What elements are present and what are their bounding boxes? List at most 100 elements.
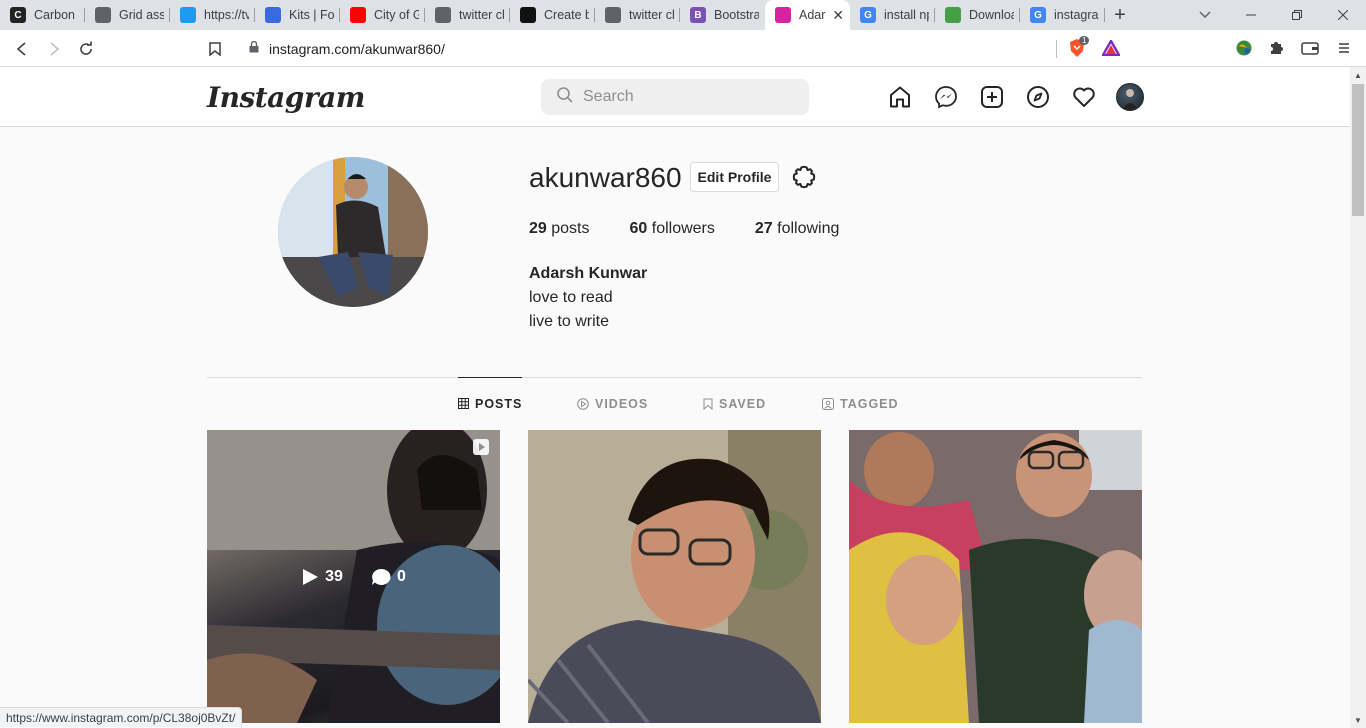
address-bar[interactable]: instagram.com/akunwar860/ [237, 34, 1354, 63]
new-post-icon[interactable] [979, 84, 1005, 110]
tab-favicon-icon [180, 7, 196, 23]
tab-tagged[interactable]: TAGGED [822, 378, 899, 430]
tab-title: twitter cl [459, 8, 504, 22]
profile-avatar[interactable] [278, 157, 428, 307]
minimize-button[interactable] [1228, 0, 1274, 30]
tab-title: twitter cl [629, 8, 674, 22]
browser-tab[interactable]: City of G [340, 0, 425, 30]
close-window-button[interactable] [1320, 0, 1366, 30]
following-link[interactable]: 27 following [755, 220, 840, 238]
search-input[interactable] [583, 88, 783, 106]
tab-posts[interactable]: POSTS [458, 377, 523, 429]
restore-button[interactable] [1274, 0, 1320, 30]
tab-videos[interactable]: VIDEOS [577, 378, 648, 430]
url-text: instagram.com/akunwar860/ [269, 40, 445, 57]
lock-icon [249, 40, 259, 58]
menu-icon[interactable] [1333, 37, 1355, 59]
tab-title: Kits | For [289, 8, 334, 22]
bio-line: live to write [529, 313, 610, 330]
browser-tab[interactable]: Downloa [935, 0, 1020, 30]
browser-tab[interactable]: Kits | For [255, 0, 340, 30]
tab-title: Create b [544, 8, 589, 22]
tab-label: SAVED [719, 397, 767, 411]
posts-label: posts [551, 220, 590, 237]
browser-tab[interactable]: Ginstall np [850, 0, 935, 30]
tab-title: Grid assi [119, 8, 164, 22]
omnibox-separator [1056, 40, 1057, 58]
views-number: 39 [325, 567, 343, 585]
comment-icon [371, 568, 391, 585]
explore-icon[interactable] [1025, 84, 1051, 110]
tab-favicon-icon [435, 7, 451, 23]
tab-title: Carbon | [34, 8, 79, 22]
instagram-logo[interactable]: Instagram [207, 81, 365, 114]
messenger-icon[interactable] [933, 84, 959, 110]
close-tab-icon[interactable]: ✕ [832, 7, 844, 24]
followers-link[interactable]: 60 followers [630, 220, 715, 238]
tab-list: C Carbon | Grid assi https://tv Kits | For Ci… [0, 0, 1105, 30]
forward-button[interactable] [42, 37, 66, 61]
tab-favicon-icon: B [690, 7, 706, 23]
tab-favicon-icon [95, 7, 111, 23]
browser-toolbar: instagram.com/akunwar860/ 1 [0, 30, 1366, 67]
tab-favicon-icon [775, 7, 791, 23]
settings-gear-icon[interactable] [791, 164, 817, 190]
bio-line: love to read [529, 289, 613, 306]
browser-tab[interactable]: B Bootstra [680, 0, 765, 30]
browser-tab[interactable]: Adar ✕ [765, 0, 850, 30]
extensions-puzzle-icon[interactable] [1265, 37, 1287, 59]
tab-favicon-icon [520, 7, 536, 23]
tab-favicon-icon [265, 7, 281, 23]
status-bar-url: https://www.instagram.com/p/CL38oj0BvZt/ [0, 707, 243, 727]
comments-number: 0 [396, 567, 406, 585]
play-circle-icon [577, 398, 589, 410]
tab-title: Downloa [969, 8, 1014, 22]
views-count: 39 [301, 568, 343, 586]
profile-full-name: Adarsh Kunwar [529, 265, 648, 282]
tab-favicon-icon [605, 7, 621, 23]
wallet-icon[interactable] [1299, 37, 1321, 59]
tab-title: Bootstra [714, 8, 759, 22]
scroll-down-arrow-icon[interactable]: ▼ [1350, 712, 1366, 728]
browser-tab[interactable]: https://tv [170, 0, 255, 30]
shields-badge: 1 [1079, 36, 1090, 45]
reload-button[interactable] [74, 37, 98, 61]
edit-profile-button[interactable]: Edit Profile [690, 162, 779, 192]
brave-shields-icon[interactable]: 1 [1066, 36, 1090, 59]
browser-tab[interactable]: C Carbon | [0, 0, 85, 30]
play-icon [303, 568, 319, 585]
tab-search-icon[interactable] [1190, 0, 1220, 30]
bookmark-icon [703, 398, 713, 410]
search-icon [557, 86, 573, 108]
browser-tab[interactable]: twitter cl [425, 0, 510, 30]
profile-stats: 29 posts 60 followers 27 following [529, 220, 879, 238]
post-thumbnail[interactable] [849, 430, 1142, 723]
scroll-up-arrow-icon[interactable]: ▲ [1350, 67, 1366, 83]
back-button[interactable] [10, 37, 34, 61]
post-thumbnail[interactable] [528, 430, 821, 723]
window-controls [1228, 0, 1366, 30]
tab-saved[interactable]: SAVED [703, 378, 766, 430]
tab-favicon-icon: G [860, 7, 876, 23]
scrollbar-thumb[interactable] [1352, 84, 1364, 216]
post-thumbnail[interactable]: 39 0 [207, 430, 500, 723]
profile-tabs: POSTS VIDEOS SAVED TAGGED [0, 377, 1350, 430]
tab-title: Adar [799, 8, 826, 22]
grid-icon [458, 398, 469, 409]
post-hover-overlay: 39 0 [207, 430, 500, 723]
browser-tab[interactable]: Ginstagrar [1020, 0, 1105, 30]
browser-tab[interactable]: Grid assi [85, 0, 170, 30]
new-tab-button[interactable]: + [1105, 0, 1135, 30]
tab-title: install np [884, 8, 929, 22]
browser-tab[interactable]: Create b [510, 0, 595, 30]
comments-count: 0 [371, 568, 406, 586]
browser-tab[interactable]: twitter cl [595, 0, 680, 30]
profile-avatar-small[interactable] [1116, 83, 1144, 111]
activity-heart-icon[interactable] [1071, 84, 1097, 110]
bookmark-icon[interactable] [203, 37, 227, 61]
tab-title: City of G [374, 8, 419, 22]
search-box[interactable] [541, 79, 809, 115]
home-icon[interactable] [887, 84, 913, 110]
brave-rewards-icon[interactable] [1100, 37, 1122, 59]
globe-extension-icon[interactable] [1233, 37, 1255, 59]
